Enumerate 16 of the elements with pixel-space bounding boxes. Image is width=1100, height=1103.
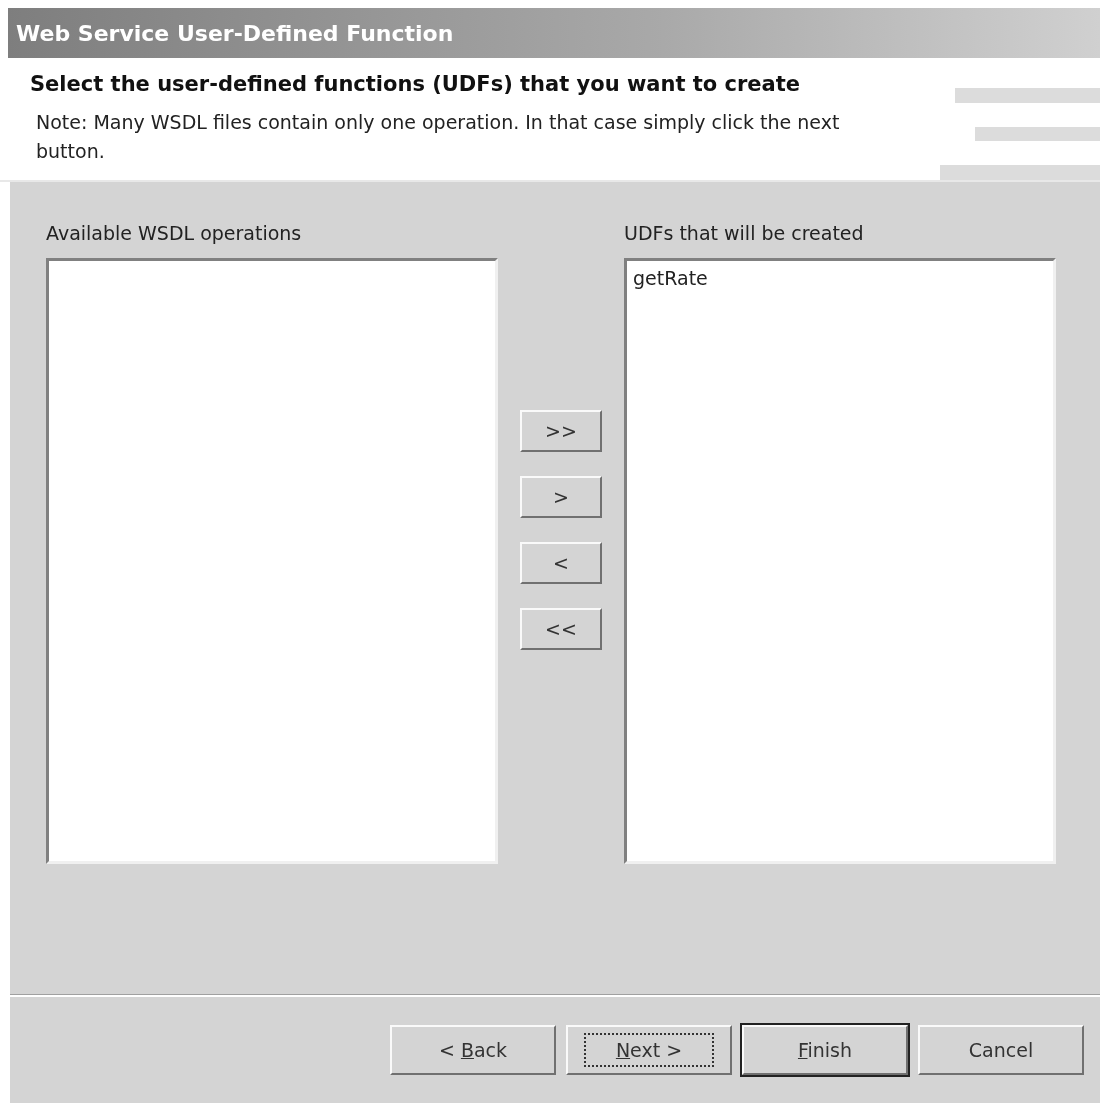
move-button[interactable]: > — [520, 476, 602, 518]
udf-list[interactable]: getRate — [624, 258, 1056, 864]
dialog-button[interactable]: Cancel — [918, 1025, 1084, 1075]
move-button[interactable]: << — [520, 608, 602, 650]
dialog-button[interactable]: Finish — [742, 1025, 908, 1075]
list-item[interactable]: getRate — [631, 265, 710, 291]
header-note: Note: Many WSDL files contain only one operation. In that case simply click the next button. — [35, 110, 841, 164]
window-title: Web Service User-Defined Function — [8, 8, 1100, 58]
move-button[interactable]: >> — [520, 410, 602, 452]
header-title: Select the user-defined functions (UDFs) that you want to create — [30, 72, 802, 96]
available-list[interactable] — [46, 258, 498, 864]
list-label: Available WSDL operations — [46, 222, 303, 246]
dialog-button[interactable]: < Back — [390, 1025, 556, 1075]
move-button[interactable]: < — [520, 542, 602, 584]
list-label: UDFs that will be created — [624, 222, 865, 246]
dialog-button[interactable]: Next > — [566, 1025, 732, 1075]
